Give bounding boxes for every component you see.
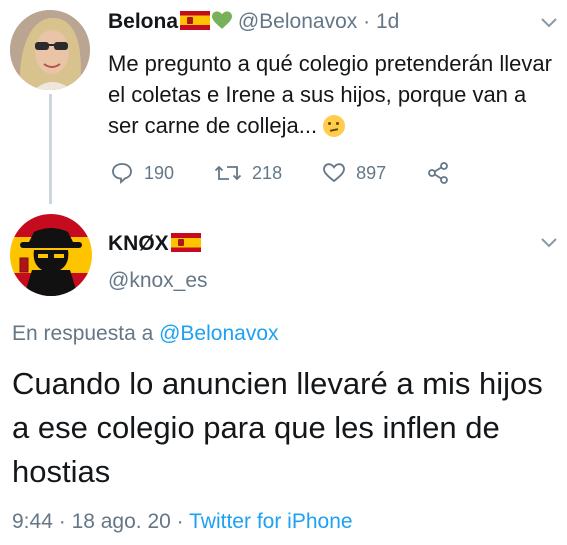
reply-count: 190 [144, 162, 175, 183]
flag-spain-icon [180, 11, 211, 30]
tweet1-display-name[interactable]: Belona [108, 10, 178, 33]
tweet1-text: Me pregunto a qué colegio pretenderán ll… [108, 48, 558, 141]
tweet1-time[interactable]: 1d [376, 10, 399, 33]
tweet2-display-name-row: KNØX [108, 232, 201, 256]
tweet1-separator: · [363, 10, 371, 33]
like-button[interactable]: 897 [322, 161, 386, 185]
tweet1-handle[interactable]: @Belonavox [238, 10, 357, 33]
thread-line [49, 94, 52, 204]
tweet2-time[interactable]: 9:44 [12, 510, 53, 533]
retweet-icon [214, 165, 242, 181]
meta-dot: · [176, 510, 184, 533]
chevron-down-icon [541, 18, 557, 28]
tweet2-handle[interactable]: @knox_es [108, 269, 208, 293]
flag-spain-icon [170, 233, 201, 252]
reply-button[interactable]: 190 [110, 161, 174, 185]
tweet2-display-name[interactable]: KNØX [108, 232, 169, 255]
tweet1-actions: 190 218 897 [110, 160, 500, 186]
tweet2-text: Cuando lo anuncien llevaré a mis hijos a… [12, 366, 543, 489]
retweet-button[interactable]: 218 [214, 161, 282, 185]
avatar-photo [10, 10, 90, 90]
tweet2-menu-chevron[interactable] [540, 236, 558, 254]
retweet-count: 218 [252, 162, 283, 183]
knox-avatar[interactable] [10, 214, 92, 296]
chevron-down-icon [541, 238, 557, 248]
like-icon [323, 163, 345, 183]
tweet1-header: Belona @Belonavox · 1d [108, 10, 399, 36]
green-heart-icon [212, 11, 233, 36]
reply-handle-link[interactable]: @Belonavox [159, 322, 278, 345]
tweet1-menu-chevron[interactable] [540, 16, 558, 34]
share-button[interactable] [426, 161, 460, 185]
reply-context: En respuesta a @Belonavox [12, 322, 279, 346]
tweet2-date[interactable]: 18 ago. 20 [72, 510, 171, 533]
reply-prefix: En respuesta a [12, 322, 154, 345]
spy-icon [19, 228, 82, 296]
thinking-face-icon [323, 115, 346, 137]
tweet2-source-link[interactable]: Twitter for iPhone [189, 510, 352, 533]
like-count: 897 [356, 162, 387, 183]
belona-avatar[interactable] [10, 10, 90, 90]
tweet2-meta: 9:44 · 18 ago. 20 · Twitter for iPhone [12, 510, 353, 534]
share-icon [428, 162, 449, 184]
reply-icon [112, 163, 132, 185]
meta-dot: · [58, 510, 66, 533]
